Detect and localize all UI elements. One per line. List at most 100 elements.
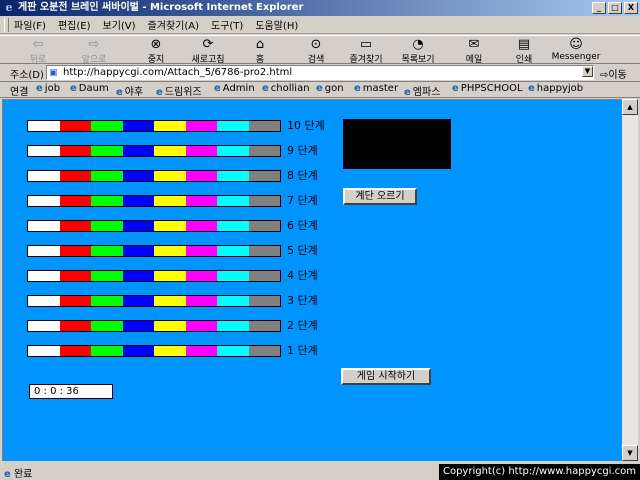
game-display-box xyxy=(343,119,451,169)
link-phpschool[interactable]: e PHPSCHOOL xyxy=(452,83,523,94)
color-segment xyxy=(28,346,60,356)
link-ie-icon: e xyxy=(528,83,535,94)
favorites-button[interactable]: ▭ 즐겨찾기 xyxy=(338,37,394,65)
refresh-button[interactable]: ⟳ 새로고침 xyxy=(180,37,236,65)
color-segment xyxy=(154,221,186,231)
level-label: 9 단계 xyxy=(287,144,318,157)
color-stripe-bar xyxy=(27,170,281,182)
color-segment xyxy=(154,346,186,356)
link-ie-icon: e xyxy=(214,83,221,94)
color-segment xyxy=(28,196,60,206)
color-segment xyxy=(59,246,91,256)
scroll-up-button[interactable]: ▲ xyxy=(622,99,638,115)
messenger-button[interactable]: ☺ Messenger xyxy=(548,37,604,64)
color-segment xyxy=(91,146,123,156)
color-segment xyxy=(217,346,249,356)
color-segment xyxy=(122,171,154,181)
messenger-person-icon: ☺ xyxy=(569,37,583,52)
link-dreamwiz[interactable]: e 드림위즈 xyxy=(156,83,202,98)
link-ie-icon: e xyxy=(116,87,123,98)
search-button[interactable]: ⊙ 검색 xyxy=(288,37,344,65)
window-title: 게판 오분전 브레인 써바이벌 - Microsoft Internet Exp… xyxy=(18,2,304,13)
menu-view[interactable]: 보기(V) xyxy=(103,17,136,32)
color-stripe-bar xyxy=(27,145,281,157)
scroll-down-button[interactable]: ▼ xyxy=(622,445,638,461)
link-chollian[interactable]: e chollian xyxy=(262,83,310,94)
level-label: 2 단계 xyxy=(287,319,318,332)
history-button[interactable]: ◔ 목록보기 xyxy=(390,37,446,65)
color-segment xyxy=(185,321,217,331)
link-ie-icon: e xyxy=(452,83,459,94)
stop-button[interactable]: ⊗ 중지 xyxy=(128,37,184,65)
go-button[interactable]: ⇨이동 xyxy=(600,66,627,81)
color-segment xyxy=(154,271,186,281)
climb-stairs-button[interactable]: 계단 오르기 xyxy=(343,188,417,205)
link-gon[interactable]: e gon xyxy=(316,83,344,94)
color-segment xyxy=(91,271,123,281)
start-game-button[interactable]: 게임 시작하기 xyxy=(341,368,431,385)
color-segment xyxy=(59,221,91,231)
search-icon: ⊙ xyxy=(310,37,322,52)
menu-tools[interactable]: 도구(T) xyxy=(211,17,243,32)
menu-help[interactable]: 도움말(H) xyxy=(255,17,298,32)
standard-toolbar: ⇦ 뒤로 ⇨ 앞으로 ⊗ 중지 ⟳ 새로고침 ⌂ 홈 ⊙ 검색 ▭ 즐겨찾기 ◔… xyxy=(0,35,640,65)
color-segment xyxy=(28,271,60,281)
forward-arrow-icon: ⇨ xyxy=(88,37,100,52)
vertical-scrollbar[interactable]: ▲ ▼ xyxy=(622,99,638,461)
color-segment xyxy=(122,196,154,206)
level-label: 4 단계 xyxy=(287,269,318,282)
color-segment xyxy=(248,121,280,131)
color-segment xyxy=(91,121,123,131)
color-segment xyxy=(185,121,217,131)
back-button[interactable]: ⇦ 뒤로 xyxy=(10,37,66,65)
color-segment xyxy=(217,321,249,331)
menu-edit[interactable]: 편집(E) xyxy=(58,17,91,32)
stop-icon: ⊗ xyxy=(150,37,162,52)
color-stripe-bar xyxy=(27,295,281,307)
minimize-button[interactable]: _ xyxy=(592,2,606,14)
color-segment xyxy=(59,296,91,306)
color-segment xyxy=(154,296,186,306)
color-segment xyxy=(154,146,186,156)
refresh-icon: ⟳ xyxy=(202,37,214,52)
level-label: 5 단계 xyxy=(287,244,318,257)
link-master[interactable]: e master xyxy=(354,83,398,94)
link-daum[interactable]: e Daum xyxy=(70,83,109,94)
address-input[interactable]: ▣ http://happycgi.com/Attach_5/6786-pro2… xyxy=(46,65,594,80)
printer-icon: ▤ xyxy=(517,37,531,52)
color-segment xyxy=(248,196,280,206)
window-controls: _ □ X xyxy=(592,2,638,14)
color-segment xyxy=(248,171,280,181)
color-segment xyxy=(91,171,123,181)
color-segment xyxy=(59,346,91,356)
maximize-button[interactable]: □ xyxy=(608,2,622,14)
color-segment xyxy=(122,296,154,306)
menu-favorites[interactable]: 즐겨찾기(A) xyxy=(148,17,199,32)
forward-button[interactable]: ⇨ 앞으로 xyxy=(66,37,122,65)
link-admin[interactable]: e Admin xyxy=(214,83,255,94)
color-stripe-bar xyxy=(27,345,281,357)
level-label: 1 단계 xyxy=(287,344,318,357)
color-segment xyxy=(28,121,60,131)
link-empas[interactable]: e 엠파스 xyxy=(404,83,440,98)
color-segment xyxy=(59,121,91,131)
close-button[interactable]: X xyxy=(624,2,638,14)
ie-logo-icon: e xyxy=(5,1,13,14)
link-job[interactable]: e job xyxy=(36,83,60,94)
address-dropdown-button[interactable]: ▼ xyxy=(582,66,593,77)
link-happyjob[interactable]: e happyjob xyxy=(528,83,583,94)
color-segment xyxy=(59,196,91,206)
color-segment xyxy=(59,271,91,281)
mail-button[interactable]: ✉ 메일 xyxy=(446,37,502,65)
color-segment xyxy=(185,221,217,231)
link-yahoo[interactable]: e 야후 xyxy=(116,83,143,98)
color-segment xyxy=(28,246,60,256)
print-button[interactable]: ▤ 인쇄 xyxy=(496,37,552,65)
color-segment xyxy=(91,221,123,231)
color-segment xyxy=(91,321,123,331)
link-ie-icon: e xyxy=(156,87,163,98)
home-button[interactable]: ⌂ 홈 xyxy=(232,37,288,65)
color-segment xyxy=(248,221,280,231)
favorites-folder-icon: ▭ xyxy=(359,37,373,52)
menu-file[interactable]: 파일(F) xyxy=(14,17,46,32)
